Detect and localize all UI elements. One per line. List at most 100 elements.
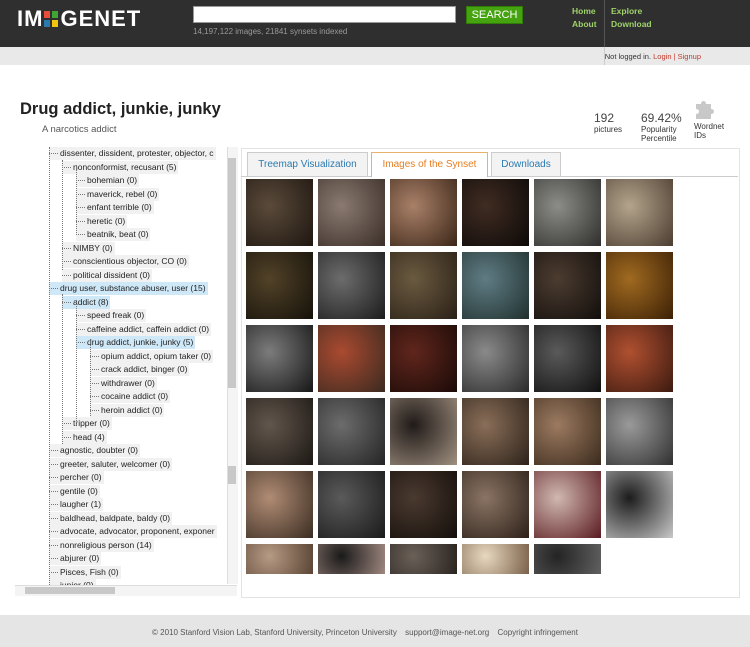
- synset-image-thumbnail[interactable]: [534, 398, 601, 465]
- footer-infringement-link[interactable]: Copyright infringement: [497, 628, 577, 637]
- search-input[interactable]: [193, 6, 456, 23]
- synset-image-thumbnail[interactable]: [606, 398, 673, 465]
- synset-image-thumbnail[interactable]: [246, 544, 313, 574]
- tree-node-label: drug user, substance abuser, user (15): [60, 283, 206, 293]
- tree-node[interactable]: advocate, advocator, proponent, exponer: [49, 525, 217, 538]
- tree-node[interactable]: maverick, rebel (0): [76, 187, 160, 201]
- synset-image-thumbnail[interactable]: [246, 252, 313, 319]
- synset-title: Drug addict, junkie, junky: [20, 100, 221, 118]
- tree-node[interactable]: head (4): [62, 430, 107, 444]
- tab-images[interactable]: Images of the Synset: [371, 152, 488, 177]
- tree-node[interactable]: nonreligious person (14): [49, 538, 154, 552]
- synset-image-thumbnail[interactable]: [390, 325, 457, 392]
- synset-image-thumbnail[interactable]: [390, 544, 457, 574]
- synset-image-thumbnail[interactable]: [606, 471, 673, 538]
- tree-horizontal-thumb[interactable]: [25, 587, 115, 594]
- footer-text: © 2010 Stanford Vision Lab, Stanford Uni…: [152, 628, 584, 637]
- wordnet-ids-button[interactable]: Wordnet IDs: [694, 98, 724, 140]
- tree-node[interactable]: tripper (0): [62, 417, 112, 430]
- tree-node[interactable]: greeter, saluter, welcomer (0): [49, 457, 173, 471]
- tree-node[interactable]: drug addict, junkie, junky (5): [76, 336, 196, 349]
- synset-image-thumbnail[interactable]: [606, 252, 673, 319]
- tree-guide-line: [76, 165, 77, 235]
- tree-node[interactable]: agnostic, doubter (0): [49, 444, 140, 457]
- tab-treemap[interactable]: Treemap Visualization: [247, 152, 368, 176]
- synset-image-thumbnail[interactable]: [246, 471, 313, 538]
- synset-image-thumbnail[interactable]: [246, 325, 313, 392]
- tree-node[interactable]: caffeine addict, caffein addict (0): [76, 322, 212, 336]
- synset-image-thumbnail[interactable]: [318, 252, 385, 319]
- tree-node[interactable]: withdrawer (0): [90, 376, 157, 390]
- synset-image-thumbnail[interactable]: [246, 398, 313, 465]
- synset-image-thumbnail[interactable]: [462, 179, 529, 246]
- tree-node[interactable]: conscientious objector, CO (0): [62, 255, 189, 268]
- synset-image-thumbnail[interactable]: [462, 252, 529, 319]
- tree-node[interactable]: drug user, substance abuser, user (15): [49, 282, 208, 295]
- synset-tree: dissenter, dissident, protester, objecto…: [15, 147, 240, 597]
- tree-connector: [62, 423, 71, 424]
- tree-node[interactable]: political dissident (0): [62, 268, 153, 282]
- tree-scroll-thumb[interactable]: [228, 158, 236, 388]
- tree-connector: [76, 220, 85, 222]
- synset-image-thumbnail[interactable]: [534, 179, 601, 246]
- tree-node[interactable]: heretic (0): [76, 214, 128, 228]
- tree-node[interactable]: enfant terrible (0): [76, 201, 154, 214]
- synset-image-thumbnail[interactable]: [462, 544, 529, 574]
- synset-image-thumbnail[interactable]: [318, 398, 385, 465]
- tree-node[interactable]: heroin addict (0): [90, 403, 165, 417]
- tree-node[interactable]: cocaine addict (0): [90, 390, 171, 403]
- synset-image-thumbnail[interactable]: [390, 471, 457, 538]
- synset-image-thumbnail[interactable]: [534, 544, 601, 574]
- tree-node[interactable]: gentile (0): [49, 484, 100, 498]
- nav-home-link[interactable]: Home: [572, 6, 596, 16]
- tree-connector: [49, 571, 58, 573]
- search-button[interactable]: SEARCH: [466, 6, 523, 24]
- tree-node[interactable]: Pisces, Fish (0): [49, 565, 121, 579]
- tree-node[interactable]: bohemian (0): [76, 174, 140, 187]
- tree-node-label: cocaine addict (0): [101, 391, 169, 401]
- tree-node[interactable]: dissenter, dissident, protester, objecto…: [49, 147, 216, 160]
- tree-node[interactable]: laugher (1): [49, 498, 104, 511]
- login-link[interactable]: Login: [653, 52, 671, 61]
- synset-image-thumbnail[interactable]: [606, 325, 673, 392]
- nav-about-link[interactable]: About: [572, 19, 597, 29]
- synset-image-thumbnail[interactable]: [318, 544, 385, 574]
- footer-email-link[interactable]: support@image-net.org: [405, 628, 489, 637]
- nav-explore-link[interactable]: Explore: [611, 6, 642, 16]
- tree-node[interactable]: baldhead, baldpate, baldy (0): [49, 511, 173, 525]
- tree-node[interactable]: speed freak (0): [76, 309, 147, 322]
- tree-node[interactable]: abjurer (0): [49, 552, 102, 565]
- signup-link[interactable]: Signup: [678, 52, 701, 61]
- synset-image-thumbnail[interactable]: [462, 398, 529, 465]
- synset-image-thumbnail[interactable]: [390, 398, 457, 465]
- tree-node-label: head (4): [73, 431, 105, 442]
- synset-image-thumbnail[interactable]: [462, 471, 529, 538]
- nav-download-link[interactable]: Download: [611, 19, 652, 29]
- synset-image-thumbnail[interactable]: [534, 471, 601, 538]
- synset-image-thumbnail[interactable]: [318, 179, 385, 246]
- tree-node[interactable]: opium addict, opium taker (0): [90, 349, 214, 363]
- tree-node[interactable]: beatnik, beat (0): [76, 228, 151, 241]
- synset-image-thumbnail[interactable]: [390, 179, 457, 246]
- synset-image-thumbnail[interactable]: [534, 325, 601, 392]
- synset-image-thumbnail[interactable]: [318, 325, 385, 392]
- synset-image-thumbnail[interactable]: [534, 252, 601, 319]
- synset-image-thumbnail[interactable]: [318, 471, 385, 538]
- tree-node-label: opium addict, opium taker (0): [101, 350, 212, 361]
- tree-node[interactable]: crack addict, binger (0): [90, 363, 190, 376]
- tree-node[interactable]: addict (8): [62, 295, 111, 309]
- tab-downloads[interactable]: Downloads: [491, 152, 561, 176]
- login-status-text: Not logged in.: [604, 52, 652, 61]
- tree-node-label: advocate, advocator, proponent, exponer: [60, 526, 215, 536]
- synset-image-thumbnail[interactable]: [606, 179, 673, 246]
- tree-node[interactable]: percher (0): [49, 471, 104, 484]
- tree-node[interactable]: nonconformist, recusant (5): [62, 160, 179, 174]
- tree-node-label: maverick, rebel (0): [87, 188, 158, 199]
- tree-node[interactable]: NIMBY (0): [62, 241, 115, 255]
- imagenet-logo[interactable]: IM GENET: [17, 6, 141, 32]
- synset-image-thumbnail[interactable]: [246, 179, 313, 246]
- tree-node-label: agnostic, doubter (0): [60, 445, 138, 455]
- tree-scroll-thumb-lower[interactable]: [228, 466, 236, 484]
- synset-image-thumbnail[interactable]: [390, 252, 457, 319]
- synset-image-thumbnail[interactable]: [462, 325, 529, 392]
